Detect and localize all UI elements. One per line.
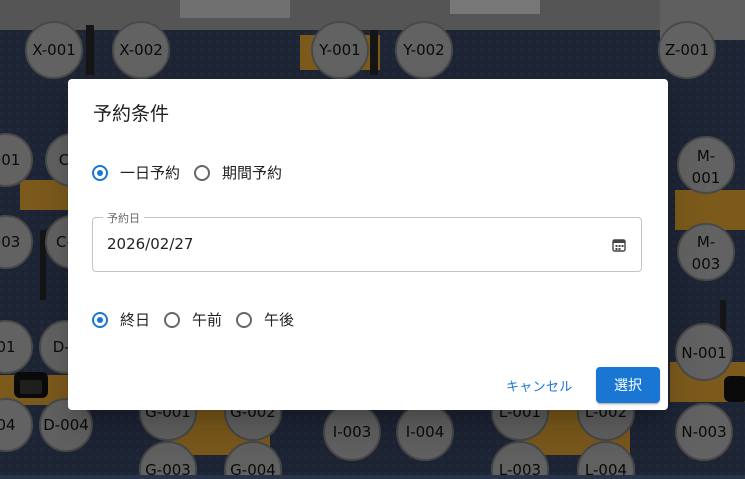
radio-all-day[interactable]: 終日 xyxy=(92,309,150,330)
radio-morning-indicator[interactable] xyxy=(164,311,181,328)
radio-single-day-label[interactable]: 一日予約 xyxy=(120,162,180,183)
calendar-icon[interactable] xyxy=(611,237,627,253)
radio-period-label[interactable]: 期間予約 xyxy=(222,162,282,183)
radio-afternoon-indicator[interactable] xyxy=(236,311,253,328)
radio-all-day-label[interactable]: 終日 xyxy=(120,309,150,330)
radio-afternoon-label[interactable]: 午後 xyxy=(264,309,294,330)
booking-type-radio-group: 一日予約 期間予約 xyxy=(92,162,296,183)
time-slot-radio-group: 終日 午前 午後 xyxy=(92,309,308,330)
booking-date-label: 予約日 xyxy=(103,210,144,226)
radio-period-indicator[interactable] xyxy=(194,164,211,181)
booking-date-field[interactable]: 予約日 xyxy=(92,210,642,272)
booking-conditions-dialog: 予約条件 一日予約 期間予約 予約日 終日 午前 xyxy=(68,79,668,410)
radio-morning[interactable]: 午前 xyxy=(164,309,222,330)
radio-afternoon[interactable]: 午後 xyxy=(236,309,294,330)
radio-single-day-indicator[interactable] xyxy=(92,164,108,181)
radio-period[interactable]: 期間予約 xyxy=(194,162,282,183)
select-button[interactable]: 選択 xyxy=(596,367,660,403)
booking-date-input[interactable] xyxy=(107,235,587,253)
radio-single-day[interactable]: 一日予約 xyxy=(92,162,180,183)
dialog-title: 予約条件 xyxy=(93,103,170,125)
cancel-button[interactable]: キャンセル xyxy=(506,376,573,395)
radio-morning-label[interactable]: 午前 xyxy=(192,309,222,330)
radio-all-day-indicator[interactable] xyxy=(92,311,108,328)
